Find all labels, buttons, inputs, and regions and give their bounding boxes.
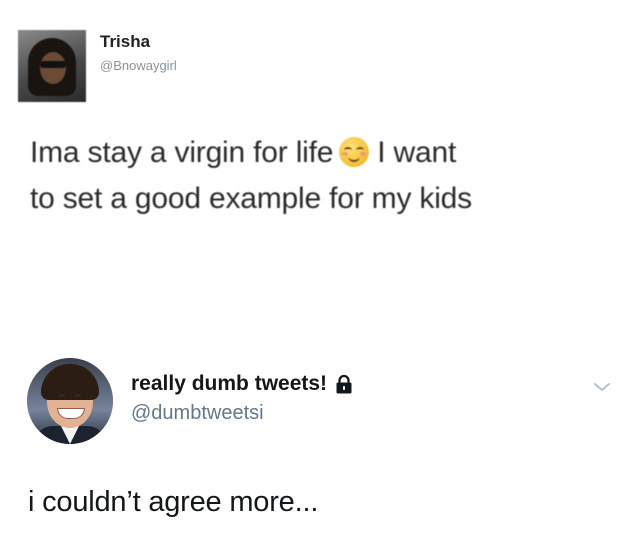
relieved-face-emoji-icon <box>339 137 370 167</box>
chevron-down-icon[interactable] <box>590 378 614 396</box>
quoted-author-handle: @Bnowaygirl <box>100 58 177 73</box>
quoted-author-name: Trisha <box>100 32 151 51</box>
quoted-text-part-2: I want <box>377 136 457 169</box>
tweet-text: i couldn’t agree more... <box>28 486 319 518</box>
author-handle[interactable]: @dumbtweetsi <box>131 402 264 425</box>
author-name-row: really dumb tweets! <box>131 372 353 396</box>
avatar[interactable] <box>27 358 113 444</box>
quoted-text-part-1: Ima stay a virgin for life <box>30 136 334 169</box>
lock-icon <box>335 374 353 394</box>
quoted-tweet-screenshot: Trisha @Bnowaygirl Ima stay a virgin for… <box>0 0 640 250</box>
author-name[interactable]: really dumb tweets! <box>131 372 327 396</box>
quoted-author-avatar <box>18 30 86 102</box>
quoted-tweet-text: Ima stay a virgin for life I want to set … <box>30 130 610 222</box>
quoted-text-line-2: to set a good example for my kids <box>30 182 472 215</box>
